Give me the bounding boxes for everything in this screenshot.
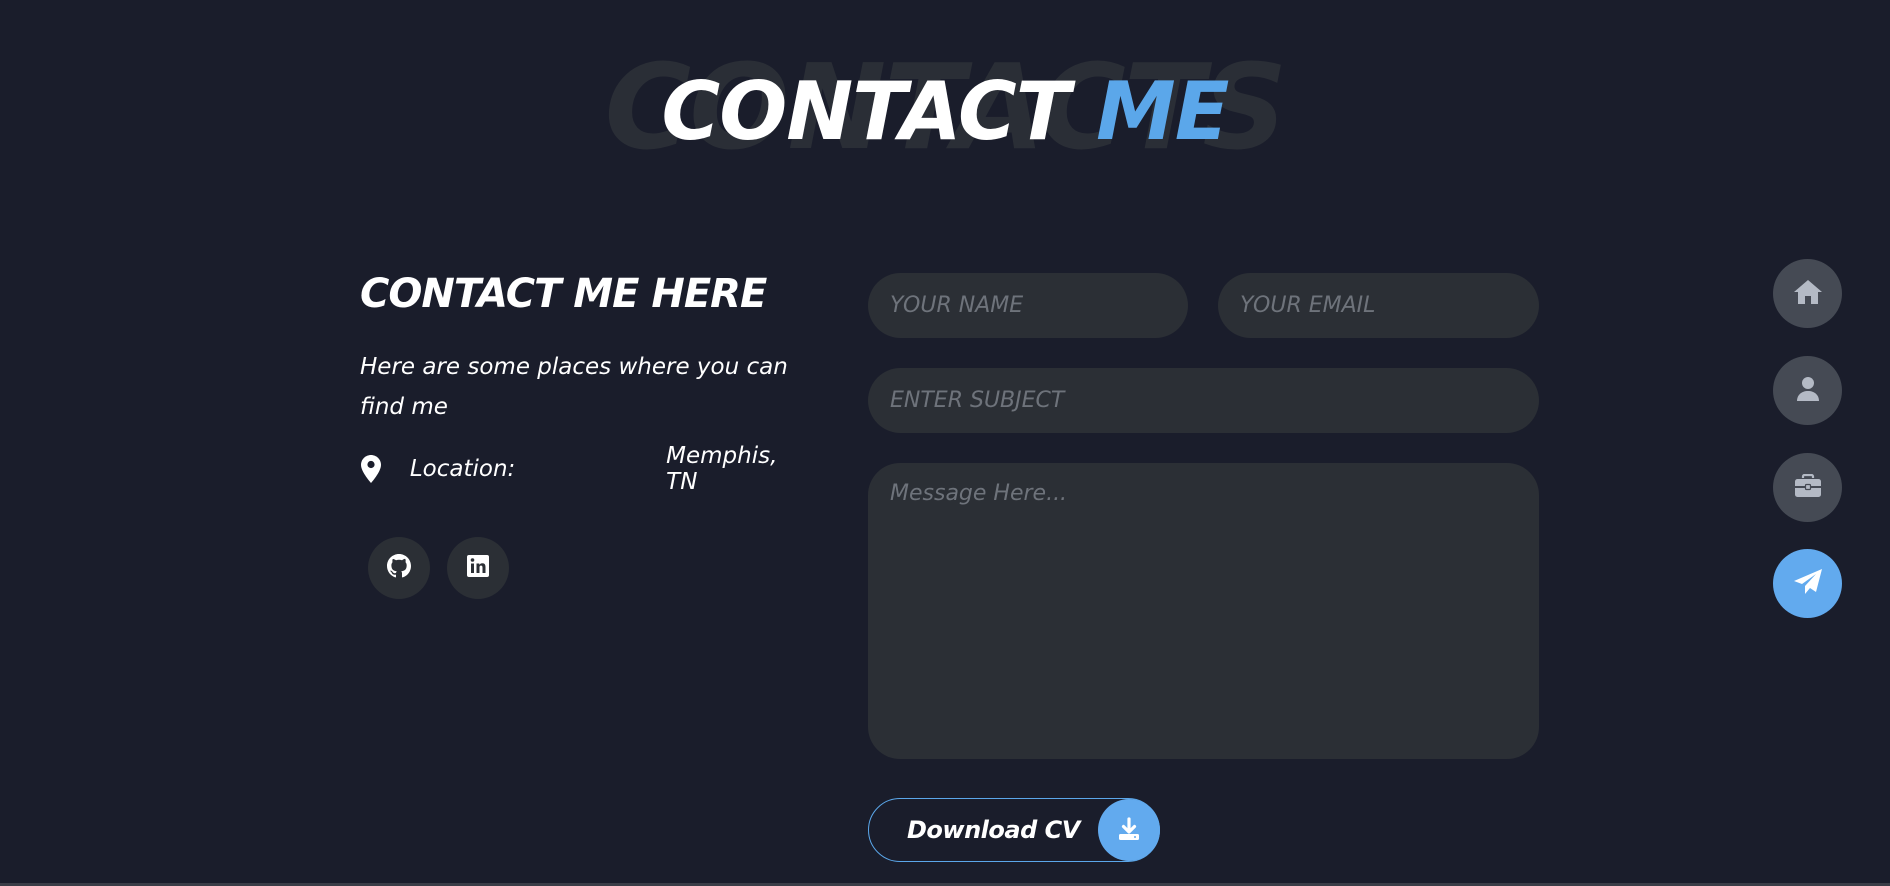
nav-about-button[interactable] xyxy=(1773,356,1842,425)
message-textarea[interactable]: Message Here... xyxy=(868,463,1539,759)
nav-home-button[interactable] xyxy=(1773,259,1842,328)
name-input[interactable]: YOUR NAME xyxy=(868,273,1188,338)
briefcase-icon xyxy=(1794,473,1822,502)
github-icon xyxy=(387,554,411,582)
contact-page: CONTACTS CONTACT ME CONTACT ME HERE Here… xyxy=(0,0,1890,886)
user-icon xyxy=(1796,376,1820,406)
section-title: CONTACTS CONTACT ME xyxy=(0,40,1890,180)
contact-description: Here are some places where you can find … xyxy=(360,354,788,420)
location-value: Memphis, TN xyxy=(666,443,778,495)
nav-portfolio-button[interactable] xyxy=(1773,453,1842,522)
linkedin-icon xyxy=(467,555,489,581)
nav-contact-button[interactable] xyxy=(1773,549,1842,618)
page-title: CONTACT ME xyxy=(0,72,1890,152)
title-blue: ME xyxy=(1096,65,1229,158)
social-links xyxy=(368,537,815,599)
contact-heading: CONTACT ME HERE xyxy=(360,271,767,317)
title-white: CONTACT xyxy=(661,65,1071,158)
location-row: Location: Memphis, TN xyxy=(360,443,815,495)
download-icon xyxy=(1098,799,1160,861)
contact-info: CONTACT ME HERE Here are some places whe… xyxy=(360,265,815,599)
paper-plane-icon xyxy=(1793,568,1823,600)
github-button[interactable] xyxy=(368,537,430,599)
subject-input[interactable]: ENTER SUBJECT xyxy=(868,368,1539,433)
download-cv-button[interactable]: Download CV xyxy=(868,798,1160,862)
email-input[interactable]: YOUR EMAIL xyxy=(1218,273,1539,338)
location-label: Location: xyxy=(409,456,516,482)
home-icon xyxy=(1793,279,1823,309)
linkedin-button[interactable] xyxy=(447,537,509,599)
map-pin-icon xyxy=(360,454,382,484)
download-cv-label: Download CV xyxy=(907,816,1080,844)
